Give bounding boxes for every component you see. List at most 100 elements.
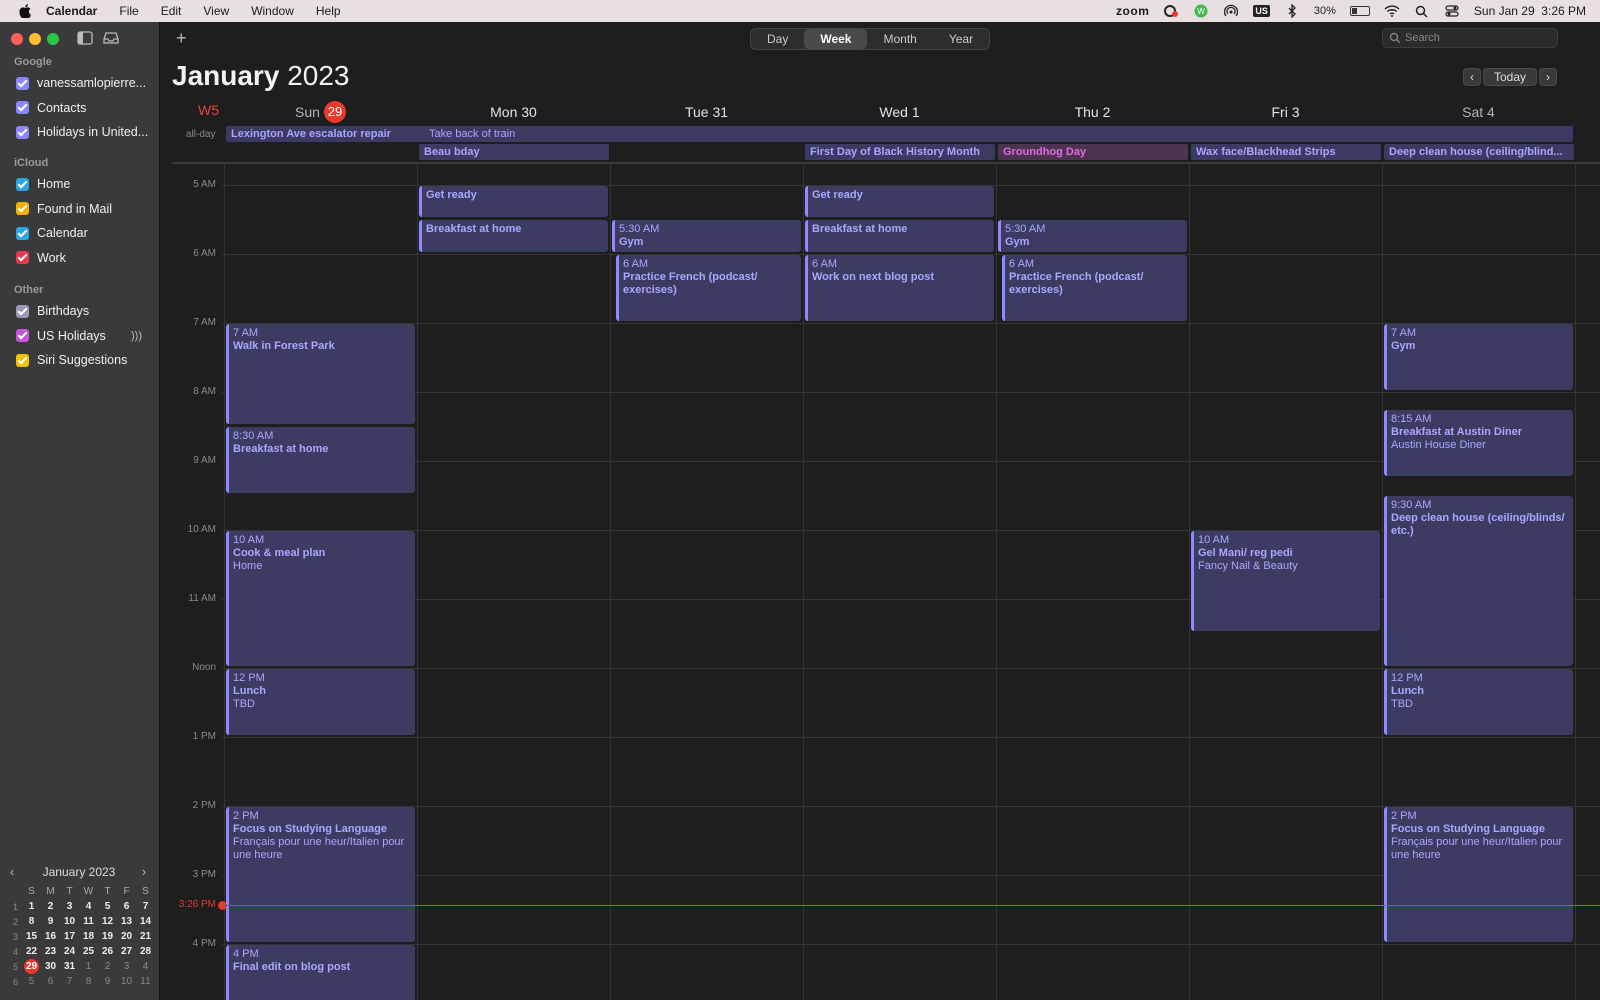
- calendar-event[interactable]: 8:30 AM Breakfast at home: [226, 427, 415, 494]
- calendar-checkbox[interactable]: [16, 125, 29, 139]
- menu-app-name[interactable]: Calendar: [46, 4, 97, 18]
- mini-day-cell[interactable]: 10: [117, 976, 136, 987]
- calendar-event[interactable]: 5:30 AM Gym: [998, 220, 1187, 252]
- mini-day-cell[interactable]: 4: [136, 961, 155, 972]
- mini-day-cell[interactable]: 18: [79, 931, 98, 942]
- mini-day-cell[interactable]: 28: [136, 946, 155, 957]
- day-header[interactable]: Wed 1: [803, 100, 996, 124]
- mini-day-cell[interactable]: 1: [79, 961, 98, 972]
- previous-week-button[interactable]: ‹: [1463, 68, 1481, 86]
- calendar-checkbox[interactable]: [16, 304, 29, 318]
- search-input[interactable]: [1405, 29, 1555, 47]
- calendar-event[interactable]: 6 AM Practice French (podcast/ exercises): [616, 254, 801, 321]
- tab-year[interactable]: Year: [933, 29, 989, 49]
- all-day-event[interactable]: Groundhog Day: [998, 144, 1188, 160]
- all-day-event[interactable]: Take back of train: [424, 126, 604, 142]
- mini-day-cell[interactable]: 19: [98, 931, 117, 942]
- menu-window[interactable]: Window: [251, 4, 294, 18]
- mini-day-cell[interactable]: 11: [136, 976, 155, 987]
- minimize-window-button[interactable]: [29, 33, 41, 45]
- sidebar-calendar-item[interactable]: Contacts: [16, 98, 156, 118]
- calendar-checkbox[interactable]: [16, 353, 29, 367]
- calendar-event[interactable]: 12 PM Lunch TBD: [226, 668, 415, 735]
- mini-day-cell[interactable]: 4: [79, 901, 98, 912]
- mini-day-cell[interactable]: 2: [98, 961, 117, 972]
- day-header[interactable]: Mon 30: [417, 100, 610, 124]
- mini-day-cell[interactable]: 13: [117, 916, 136, 927]
- mini-day-cell[interactable]: 2: [41, 901, 60, 912]
- mini-day-cell[interactable]: 12: [98, 916, 117, 927]
- control-center-icon[interactable]: [1444, 4, 1460, 18]
- calendar-checkbox[interactable]: [16, 101, 29, 114]
- mini-day-cell[interactable]: 31: [60, 961, 79, 972]
- mini-day-cell[interactable]: 10: [60, 916, 79, 927]
- sidebar-calendar-item[interactable]: Home: [16, 174, 156, 194]
- grammarly-icon[interactable]: W: [1193, 4, 1209, 18]
- calendar-event[interactable]: 2 PM Focus on Studying Language Français p…: [1384, 806, 1573, 942]
- calendar-event[interactable]: Breakfast at home: [805, 220, 994, 252]
- mini-day-cell[interactable]: 8: [22, 916, 41, 927]
- wifi-icon[interactable]: [1384, 4, 1400, 18]
- week-grid[interactable]: 5 AM 6 AM 7 AM 8 AM 9 AM 10 AM 11 AM Noon 1 PM 2 …: [160, 164, 1600, 1000]
- mini-calendar-prev-icon[interactable]: ‹: [2, 860, 22, 884]
- mini-day-cell[interactable]: 20: [117, 931, 136, 942]
- mini-day-cell[interactable]: 5: [22, 976, 41, 987]
- day-header[interactable]: Sun 29: [224, 100, 417, 124]
- mini-day-cell[interactable]: 22: [22, 946, 41, 957]
- mini-day-cell[interactable]: 27: [117, 946, 136, 957]
- calendar-event[interactable]: 6 AM Work on next blog post: [805, 254, 994, 321]
- calendar-event[interactable]: Breakfast at home: [419, 220, 608, 252]
- menu-help[interactable]: Help: [316, 4, 341, 18]
- menu-edit[interactable]: Edit: [161, 4, 182, 18]
- calendar-event[interactable]: 7 AM Gym: [1384, 323, 1573, 390]
- calendar-checkbox[interactable]: [16, 251, 29, 264]
- sidebar-calendar-item[interactable]: Holidays in United...: [16, 122, 156, 142]
- tab-week[interactable]: Week: [804, 29, 868, 49]
- mini-day-cell[interactable]: 6: [41, 976, 60, 987]
- menu-file[interactable]: File: [119, 4, 138, 18]
- day-header[interactable]: Thu 2: [996, 100, 1189, 124]
- mini-day-cell[interactable]: 15: [22, 931, 41, 942]
- sidebar-calendar-item[interactable]: Work: [16, 248, 156, 268]
- calendar-event[interactable]: Get ready: [419, 185, 608, 218]
- mini-day-cell[interactable]: 11: [79, 916, 98, 927]
- mini-day-cell[interactable]: 30: [41, 961, 60, 972]
- keyboard-input-source[interactable]: US: [1253, 5, 1270, 17]
- calendar-checkbox[interactable]: [16, 76, 29, 90]
- calendar-event[interactable]: 6 AM Practice French (podcast/ exercises): [1002, 254, 1187, 321]
- inbox-icon[interactable]: [102, 30, 120, 46]
- day-header[interactable]: Fri 3: [1189, 100, 1382, 124]
- bluetooth-icon[interactable]: [1284, 4, 1300, 18]
- all-day-event[interactable]: Deep clean house (ceiling/blind...: [1384, 144, 1574, 160]
- sidebar-calendar-item[interactable]: Calendar: [16, 223, 156, 243]
- mini-day-cell[interactable]: 14: [136, 916, 155, 927]
- mini-day-cell[interactable]: 16: [41, 931, 60, 942]
- mini-day-cell[interactable]: 24: [60, 946, 79, 957]
- mini-day-cell[interactable]: 7: [60, 976, 79, 987]
- mini-day-cell[interactable]: 8: [79, 976, 98, 987]
- tab-day[interactable]: Day: [751, 29, 804, 49]
- sidebar-calendar-item[interactable]: Birthdays: [16, 301, 156, 321]
- mini-day-cell[interactable]: 3: [60, 901, 79, 912]
- mini-day-cell[interactable]: 25: [79, 946, 98, 957]
- all-day-event[interactable]: Wax face/Blackhead Strips: [1191, 144, 1381, 160]
- calendar-event[interactable]: 7 AM Walk in Forest Park: [226, 323, 415, 425]
- calendar-event[interactable]: 2 PM Focus on Studying Language Français p…: [226, 806, 415, 942]
- sidebar-calendar-item[interactable]: US Holidays))): [16, 326, 156, 346]
- mini-day-cell[interactable]: 17: [60, 931, 79, 942]
- calendars-toggle-icon[interactable]: [76, 30, 94, 46]
- creative-cloud-icon[interactable]: [1163, 4, 1179, 18]
- calendar-event[interactable]: 4 PM Final edit on blog post: [226, 944, 415, 1000]
- all-day-event[interactable]: Beau bday: [419, 144, 609, 160]
- today-button[interactable]: Today: [1483, 68, 1537, 86]
- calendar-checkbox[interactable]: [16, 226, 29, 240]
- mini-day-cell[interactable]: 9: [41, 916, 60, 927]
- calendar-event[interactable]: 12 PM Lunch TBD: [1384, 668, 1573, 735]
- mini-day-cell[interactable]: 6: [117, 901, 136, 912]
- calendar-event[interactable]: 10 AM Gel Mani/ reg pedi Fancy Nail & Beau…: [1191, 530, 1380, 632]
- day-header[interactable]: Tue 31: [610, 100, 803, 124]
- calendar-event[interactable]: 8:15 AM Breakfast at Austin Diner Austin H…: [1384, 409, 1573, 476]
- mini-day-cell[interactable]: 7: [136, 901, 155, 912]
- battery-icon[interactable]: [1349, 6, 1370, 16]
- calendar-event[interactable]: Get ready: [805, 185, 994, 218]
